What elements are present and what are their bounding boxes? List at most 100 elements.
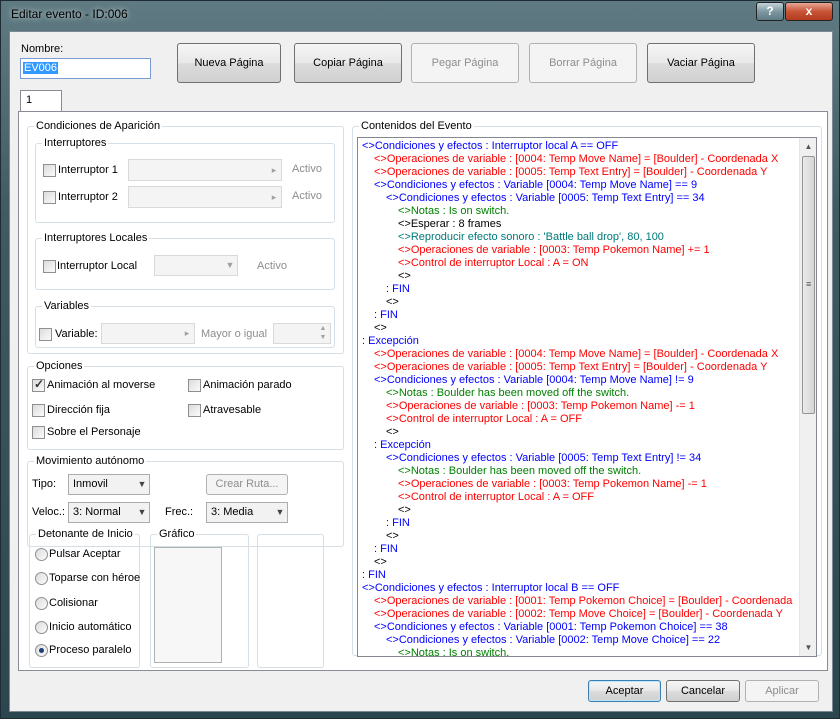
event-commands-list[interactable]: <>Condiciones y efectos : Interruptor lo… [357, 137, 817, 657]
command-line[interactable]: <> [386, 296, 399, 309]
command-line[interactable]: <>Operaciones de variable : [0001: Temp … [374, 595, 792, 608]
delete-page-button[interactable]: Borrar Página [529, 43, 637, 83]
command-line[interactable]: <>Operaciones de variable : [0003: Temp … [386, 400, 695, 413]
command-line[interactable]: <>Operaciones de variable : [0004: Temp … [374, 153, 778, 166]
switch2-checkbox[interactable] [43, 191, 56, 204]
conditions-group: Condiciones de Aparición Interruptores I… [27, 120, 344, 354]
fixed-direction-checkbox[interactable] [32, 404, 45, 417]
scroll-thumb[interactable]: ≡ [802, 156, 815, 414]
command-line[interactable]: <>Condiciones y efectos : Variable [0004… [374, 179, 697, 192]
name-label: Nombre: [21, 43, 64, 55]
command-line[interactable]: <>Condiciones y efectos : Variable [0005… [386, 192, 705, 205]
command-line[interactable]: <>Control de interruptor Local : A = ON [398, 257, 588, 270]
trigger-radio-parallel[interactable] [35, 644, 48, 657]
step-anim-checkbox[interactable] [188, 379, 201, 392]
walk-anim-checkbox[interactable] [32, 377, 45, 392]
name-field[interactable]: EV006 [20, 58, 151, 79]
command-line[interactable]: <>Operaciones de variable : [0005: Temp … [374, 166, 768, 179]
through-label: Atravesable [203, 404, 262, 416]
variable-select[interactable]: ▸ [101, 323, 195, 344]
event-contents-title: Contenidos del Evento [359, 120, 474, 132]
command-line[interactable]: <>Operaciones de variable : [0003: Temp … [398, 244, 710, 257]
switch1-select[interactable]: ▸ [128, 159, 282, 181]
create-route-button[interactable]: Crear Ruta... [206, 474, 288, 495]
through-checkbox[interactable] [188, 404, 201, 417]
close-button[interactable]: x [785, 2, 833, 21]
tab-page-1[interactable]: 1 [20, 90, 62, 112]
switch1-checkbox[interactable] [43, 164, 56, 177]
variable-value-spinner[interactable]: ▲ ▼ [273, 323, 331, 344]
dialog-body: Nombre: EV006 Nueva Página Copiar Página… [9, 31, 833, 712]
local-switches-group: Interruptores Locales Interruptor Local … [35, 232, 335, 290]
command-line[interactable]: <> [398, 270, 411, 283]
command-line[interactable]: <>Control de interruptor Local : A = OFF [398, 491, 594, 504]
copy-page-button[interactable]: Copiar Página [294, 43, 402, 83]
grip-icon: ≡ [806, 279, 812, 289]
accept-button[interactable]: Aceptar [588, 680, 661, 702]
new-page-button[interactable]: Nueva Página [177, 43, 281, 83]
command-line[interactable]: <>Condiciones y efectos : Interruptor lo… [362, 582, 619, 595]
local-switch-label: Interruptor Local [57, 260, 138, 272]
command-line[interactable]: <>Condiciones y efectos : Variable [0001… [374, 621, 728, 634]
command-line[interactable]: <>Operaciones de variable : [0004: Temp … [374, 348, 778, 361]
command-line[interactable]: <>Reproducir efecto sonoro : 'Battle bal… [398, 231, 664, 244]
command-line[interactable]: <>Notas : Is on switch. [398, 205, 509, 218]
command-line[interactable]: <>Condiciones y efectos : Variable [0004… [374, 374, 694, 387]
chevron-down-icon: ▼ [137, 507, 147, 517]
movement-speed-select[interactable]: 3: Normal ▼ [68, 502, 150, 523]
command-line[interactable]: <> [374, 322, 387, 335]
clear-page-button[interactable]: Vaciar Página [647, 43, 755, 83]
apply-button[interactable]: Aplicar [745, 680, 819, 702]
command-line[interactable]: <>Notas : Is on switch. [398, 647, 509, 656]
above-hero-checkbox[interactable] [32, 426, 45, 439]
movement-type-select[interactable]: Inmovil ▼ [68, 474, 150, 495]
command-line[interactable]: <>Notas : Boulder has been moved off the… [386, 387, 629, 400]
movement-title: Movimiento autónomo [34, 455, 147, 467]
variables-title: Variables [42, 300, 92, 312]
title-bar[interactable]: Editar evento - ID:006 ? x [1, 1, 840, 31]
options-group: Opciones Animación al moverse Animación … [27, 360, 344, 450]
walk-anim-label: Animación al moverse [47, 379, 156, 391]
command-line[interactable]: <>Operaciones de variable : [0003: Temp … [398, 478, 707, 491]
command-line[interactable]: <> [374, 556, 387, 569]
cancel-button[interactable]: Cancelar [666, 680, 740, 702]
switches-group: Interruptores Interruptor 1 ▸ Activo Int… [35, 137, 335, 223]
command-line[interactable]: : Excepción [374, 439, 431, 452]
help-button[interactable]: ? [756, 2, 784, 21]
command-line[interactable]: <> [386, 426, 399, 439]
command-line[interactable]: : FIN [374, 309, 398, 322]
command-line[interactable]: <>Operaciones de variable : [0005: Temp … [374, 361, 768, 374]
options-title: Opciones [34, 360, 85, 372]
conditions-title: Condiciones de Aparición [34, 120, 163, 132]
command-line[interactable]: <>Condiciones y efectos : Interruptor lo… [362, 140, 618, 153]
variable-compare-label: Mayor o igual [201, 328, 268, 340]
command-line[interactable]: <>Notas : Boulder has been moved off the… [398, 465, 641, 478]
command-line[interactable]: <>Condiciones y efectos : Variable [0002… [386, 634, 720, 647]
graphic-preview[interactable] [154, 547, 222, 663]
command-line[interactable]: : FIN [374, 543, 398, 556]
command-line[interactable]: <> [386, 530, 399, 543]
command-line[interactable]: <>Condiciones y efectos : Variable [0005… [386, 452, 701, 465]
command-line[interactable]: <>Control de interruptor Local : A = OFF [386, 413, 582, 426]
command-line[interactable]: : FIN [362, 569, 386, 582]
paste-page-button[interactable]: Pegar Página [411, 43, 519, 83]
command-line[interactable]: : FIN [386, 283, 410, 296]
local-switch-checkbox[interactable] [43, 260, 56, 273]
command-line[interactable]: : FIN [386, 517, 410, 530]
local-switch-active-label: Activo [257, 260, 287, 272]
graphic-title: Gráfico [157, 528, 197, 540]
switch2-select[interactable]: ▸ [128, 186, 282, 208]
movement-frequency-select[interactable]: 3: Media ▼ [206, 502, 288, 523]
variables-group: Variables Variable: ▸ Mayor o igual ▲ ▼ [35, 300, 335, 348]
scroll-down-arrow[interactable]: ▼ [800, 639, 816, 656]
movement-type-value: Inmovil [73, 478, 108, 490]
scroll-up-arrow[interactable]: ▲ [800, 138, 816, 155]
variable-checkbox[interactable] [39, 328, 52, 341]
command-line[interactable]: <>Esperar : 8 frames [398, 218, 501, 231]
local-switch-select[interactable]: ▼ [154, 255, 238, 276]
command-line[interactable]: : Excepción [362, 335, 419, 348]
event-editor-window: Editar evento - ID:006 ? x Nombre: EV006… [0, 0, 840, 719]
command-line[interactable]: <>Operaciones de variable : [0002: Temp … [374, 608, 783, 621]
commands-scrollbar[interactable]: ▲ ≡ ▼ [799, 138, 816, 656]
command-line[interactable]: <> [398, 504, 411, 517]
